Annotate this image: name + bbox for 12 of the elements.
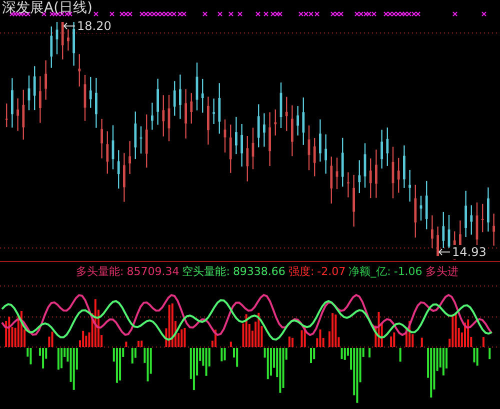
price-label: 14.93 [452,245,486,259]
indicator-value: 89338.66 [232,265,286,279]
indicator-label: 净额_亿: [348,265,391,279]
indicator-label: 强度: [288,265,314,279]
indicator-value: -2.07 [317,265,346,279]
price-label: 18.20 [77,19,112,33]
indicator-label: 多头量能: [76,265,124,279]
indicator-label: 多头进 [425,265,458,279]
indicator-value: -1.06 [394,265,422,279]
indicator-label: 空头量能: [182,265,230,279]
chart-title: 深发展A(日线) [2,0,93,17]
indicator-value: 85709.34 [126,265,180,279]
